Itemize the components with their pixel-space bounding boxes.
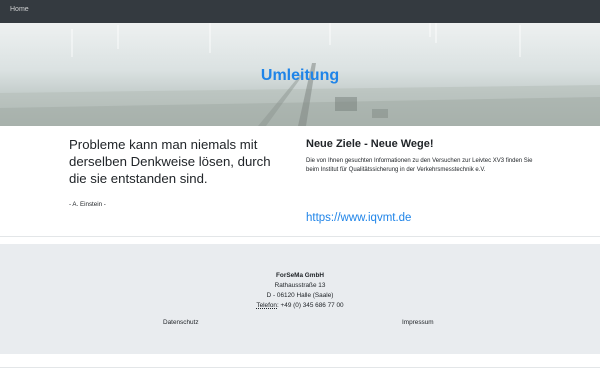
address-street: Rathausstraße 13 [274, 282, 326, 289]
news-paragraph: Die von Ihnen gesuchten Informationen zu… [306, 158, 533, 173]
news-heading: Neue Ziele - Neue Wege! [306, 138, 434, 150]
quote-text: Probleme kann man niemals mit derselben … [69, 137, 271, 186]
page-title: Umleitung [260, 67, 340, 84]
top-navbar: Home [0, 0, 600, 23]
phone-label: Telefon: [256, 302, 279, 309]
imprint-link[interactable]: Impressum [402, 319, 434, 326]
quote-author: - A. Einstein - [69, 201, 106, 208]
privacy-link[interactable]: Datenschutz [163, 319, 199, 326]
footer: ForSeMa GmbH Rathausstraße 13 D - 06120 … [0, 244, 600, 354]
phone-line: Telefon: +49 (0) 345 686 77 00 [0, 302, 600, 309]
iqvmt-link[interactable]: https://www.iqvmt.de [306, 212, 411, 224]
address-city: D - 06120 Halle (Saale) [266, 292, 334, 299]
section-divider [0, 236, 600, 237]
hero-banner: Umleitung [0, 23, 600, 126]
bottom-divider [0, 367, 600, 368]
company-name: ForSeMa GmbH [276, 272, 324, 279]
phone-number: +49 (0) 345 686 77 00 [278, 302, 344, 309]
nav-home-link[interactable]: Home [10, 6, 29, 13]
